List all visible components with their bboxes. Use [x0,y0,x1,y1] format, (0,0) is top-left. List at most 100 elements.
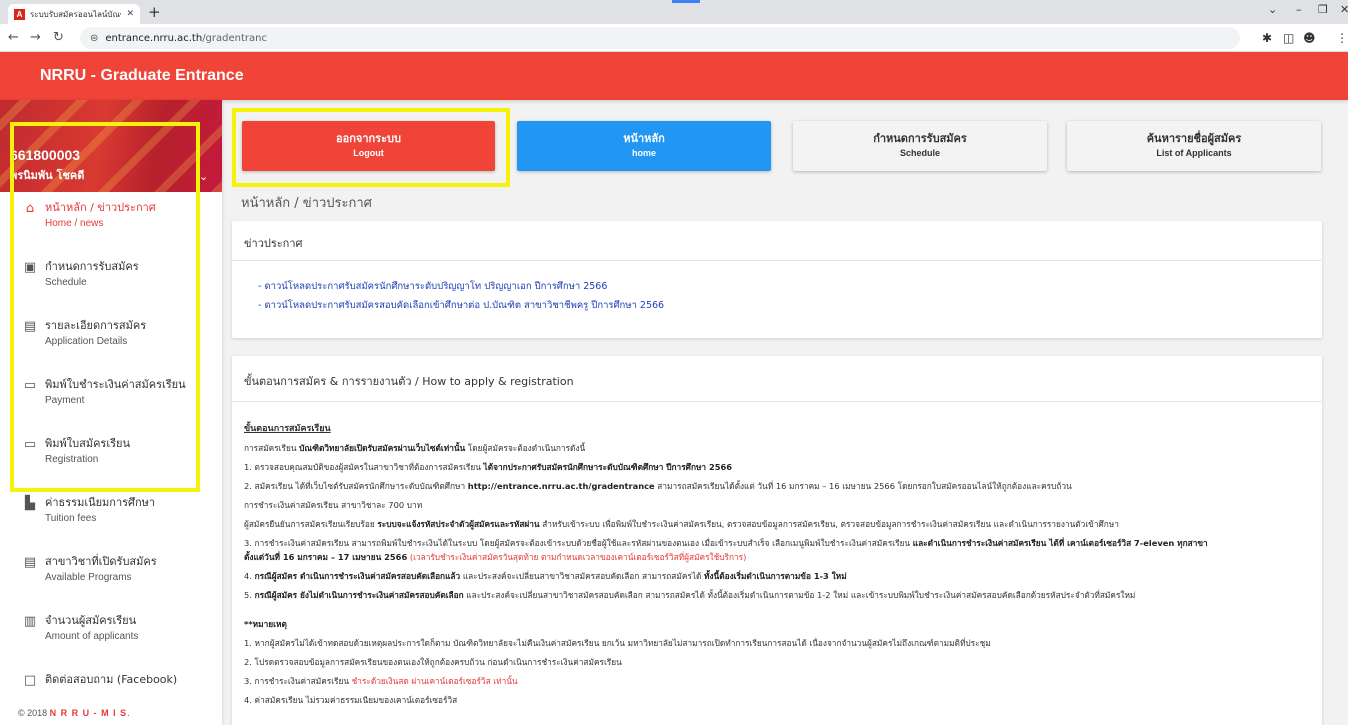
how-to-apply-card: ขั้นตอนการสมัคร & การรายงานตัว / How to … [232,356,1322,725]
home-button[interactable]: หน้าหลัก home [517,121,771,171]
bar-chart-icon: ▥ [23,614,37,629]
text: 3. การชำระเงินค่าสมัครเรียน สามารถพิมพ์ใ… [244,538,913,548]
home-button-label-en: home [631,148,656,158]
back-arrow-icon[interactable]: ← [8,30,19,46]
sidebar-item-payment[interactable]: ▭ พิมพ์ใบชำระเงินค่าสมัครเรียน Payment [0,369,222,428]
news-link-graduate-announcement[interactable]: - ดาวน์โหลดประกาศรับสมัครนักศึกษาระดับปร… [258,277,1322,296]
text-bold: ระบบจะแจ้งรหัสประจำตัวผู้สมัครและรหัสผ่า… [377,519,540,529]
chevron-down-icon[interactable]: ⌄ [199,170,208,183]
note-4: 4. ค่าสมัครเรียน ไม่รวมค่าธรรมเนียมของเค… [244,695,458,705]
sidebar-item-label: จำนวนผู้สมัครเรียน [45,614,137,627]
credit-card-icon: ▭ [23,378,37,393]
site-info-icon[interactable]: ⊜ [90,33,98,44]
entrance-url-link[interactable]: http://entrance.nrru.ac.th/gradentrance [468,481,655,491]
text: การสมัครเรียน [244,443,300,453]
site-header: NRRU - Graduate Entrance [0,52,1348,100]
restore-icon[interactable]: ❐ [1318,3,1328,16]
news-link-teaching-diploma-announcement[interactable]: - ดาวน์โหลดประกาศรับสมัครสอบคัดเลือกเข้า… [258,296,1322,315]
text: โดยผู้สมัครจะต้องดำเนินการดังนี้ [465,443,586,453]
how-to-apply-title: ขั้นตอนการสมัคร & การรายงานตัว / How to … [232,356,1322,402]
url-host: entrance.nrru.ac.th [105,32,203,44]
sidebar-item-sublabel: Available Programs [45,572,132,583]
text-bold: **หมายเหตุ [244,619,287,629]
forward-arrow-icon[interactable]: → [30,30,41,46]
text-bold: ตั้งแต่วันที่ 16 มกราคม – 17 เมษายน 2566 [244,552,408,562]
text-bold: บัณฑิตวิทยาลัยเปิดรับสมัครผ่านเว็บไซต์เท… [299,443,466,453]
footer-suffix: . [127,708,130,718]
sidebar-item-label: กำหนดการรับสมัคร [45,260,139,273]
logout-button[interactable]: ออกจากระบบ Logout [242,121,495,171]
new-tab-icon[interactable]: + [148,3,161,21]
folder-icon: ▙ [25,496,35,511]
site-title[interactable]: NRRU - Graduate Entrance [40,67,244,85]
sidebar-item-sublabel: Registration [45,454,99,465]
step-2: 2. สมัครเรียน ได้ที่เว็บไซต์รับสมัครนักศ… [244,477,1322,496]
sidebar: 661800003 พรนิมพัน โชคดี ⌄ ⌂ หน้าหลัก / … [0,100,222,725]
home-button-label-th: หน้าหลัก [623,132,665,145]
url-text: entrance.nrru.ac.th/gradentranc [105,33,267,44]
browser-menu-icon[interactable]: ⋮ [1336,31,1348,45]
extensions-icon[interactable]: ✱ [1262,31,1272,45]
tab-strip-indicator [672,0,700,3]
user-id: 661800003 [10,147,81,163]
text-bold: ได้จากประกาศรับสมัครนักศึกษาระดับบัณฑิตศ… [483,462,733,472]
sidebar-item-registration[interactable]: ▭ พิมพ์ใบสมัครเรียน Registration [0,428,222,487]
sidebar-item-label: พิมพ์ใบสมัครเรียน [45,437,130,450]
text: ผู้สมัครยืนยันการสมัครเรียนเรียบร้อย [244,519,378,529]
step-5: 5. กรณีผู้สมัคร ยังไม่ดำเนินการชำระเงินค… [244,586,1322,605]
list-of-applicants-button[interactable]: ค้นหารายชื่อผู้สมัคร List of Applicants [1067,121,1321,171]
tab-close-icon[interactable]: ✕ [126,9,134,19]
text: สามารถสมัครเรียนได้ตั้งแต่ วันที่ 16 มกร… [654,481,1072,491]
step-4: 4. กรณีผู้สมัคร ดำเนินการชำระเงินค่าสมัค… [244,564,1322,586]
sidebar-item-label: พิมพ์ใบชำระเงินค่าสมัครเรียน [45,378,186,391]
footer-brand: N R R U - M I S [49,708,128,718]
sidebar-footer: © 2018 N R R U - M I S. [0,703,222,725]
text: และประสงค์จะเปลี่ยนสาขาวิชาสมัครสอบคัดเล… [463,590,1136,600]
sidebar-item-home[interactable]: ⌂ หน้าหลัก / ข่าวประกาศ Home / news [0,192,222,251]
id-card-icon: ▣ [23,260,37,275]
sidebar-item-sublabel: Tuition fees [45,513,97,524]
schedule-button[interactable]: กำหนดการรับสมัคร Schedule [793,121,1047,171]
site-favicon-icon: A [14,8,25,20]
step-3: 3. การชำระเงินค่าสมัครเรียน สามารถพิมพ์ใ… [244,534,1322,550]
minimize-icon[interactable]: – [1296,3,1302,16]
note-1: 1. หากผู้สมัครไม่ได้เข้าทดสอบด้วยเหตุผลป… [244,638,991,648]
sidebar-item-sublabel: Application Details [45,336,128,347]
sidebar-item-sublabel: Payment [45,395,85,406]
text-bold: กรณีผู้สมัคร ยังไม่ดำเนินการชำระเงินค่าส… [254,590,464,600]
chat-icon: □ [23,673,37,688]
sidebar-item-sublabel: Schedule [45,277,87,288]
url-path: /gradentranc [202,32,267,44]
reload-icon[interactable]: ↻ [53,30,64,46]
text-bold: ทั้งนี้ต้องเริ่มดำเนินการตามข้อ 1-3 ใหม่ [704,571,847,581]
steps-heading: ขั้นตอนการสมัครเรียน [244,424,331,434]
applicants-button-label-en: List of Applicants [1156,148,1232,158]
sidebar-item-schedule[interactable]: ▣ กำหนดการรับสมัคร Schedule [0,251,222,310]
fee-info: การชำระเงินค่าสมัครเรียน สาขาวิชาละ 700 … [244,500,423,510]
user-profile-banner: 661800003 พรนิมพัน โชคดี ⌄ [0,100,222,192]
sidebar-item-sublabel: Home / news [45,218,104,229]
step-1: 1. ตรวจสอบคุณสมบัติของผู้สมัครในสาขาวิชา… [244,458,1322,477]
tab-search-chevron-icon[interactable]: ⌄ [1268,3,1277,16]
logout-button-label-en: Logout [353,148,384,158]
text: สำหรับเข้าระบบ เพื่อพิมพ์ใบชำระเงินค่าสม… [539,519,1119,529]
text: 5. [244,590,255,600]
sidebar-item-tuition-fees[interactable]: ▙ ค่าธรรมเนียมการศึกษา Tuition fees [0,487,222,546]
url-field[interactable]: ⊜ entrance.nrru.ac.th/gradentranc [80,27,1240,49]
schedule-button-label-en: Schedule [899,148,940,158]
home-icon: ⌂ [25,201,35,216]
browser-tab[interactable]: A ระบบรับสมัครออนไลน์บัณฑิตวิทยาลัยมห ✕ [8,4,140,24]
text: และประสงค์จะเปลี่ยนสาขาวิชาสมัครสอบคัดเล… [460,571,705,581]
sidebar-item-application-details[interactable]: ▤ รายละเอียดการสมัคร Application Details [0,310,222,369]
profile-avatar-icon[interactable]: ☻ [1303,31,1316,45]
side-panel-icon[interactable]: ◫ [1283,31,1294,45]
browser-tab-bar: A ระบบรับสมัครออนไลน์บัณฑิตวิทยาลัยมห ✕ … [0,0,1348,24]
news-card-title: ข่าวประกาศ [232,221,1322,261]
text-bold: และดำเนินการชำระเงินค่าสมัครเรียน ได้ที่… [912,538,1208,548]
news-card: ข่าวประกาศ - ดาวน์โหลดประกาศรับสมัครนักศ… [232,221,1322,338]
sidebar-item-available-programs[interactable]: ▤ สาขาวิชาที่เปิดรับสมัคร Available Prog… [0,546,222,605]
close-window-icon[interactable]: ✕ [1340,3,1348,16]
sidebar-item-label: ค่าธรรมเนียมการศึกษา [45,496,156,509]
sidebar-item-applicant-count[interactable]: ▥ จำนวนผู้สมัครเรียน Amount of applicant… [0,605,222,664]
